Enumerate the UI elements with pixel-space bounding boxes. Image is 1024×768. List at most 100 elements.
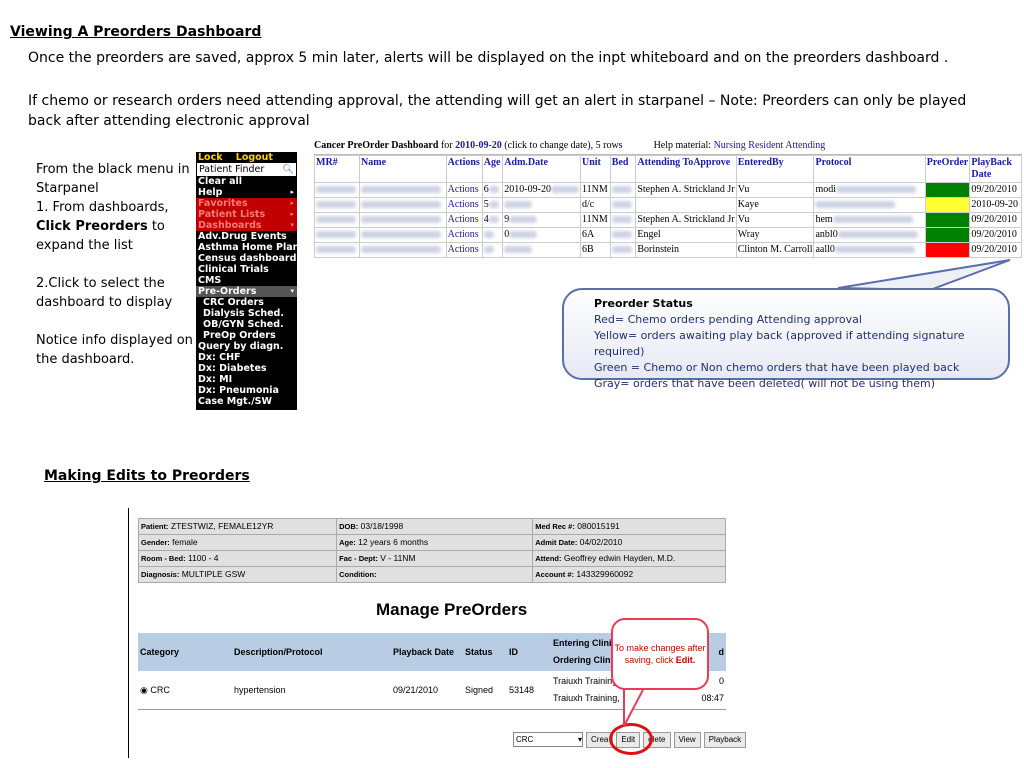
- menu-item[interactable]: Adv.Drug Events: [196, 231, 297, 242]
- help-link-attending[interactable]: Attending: [785, 140, 825, 151]
- actions-link-text: Actions: [447, 184, 479, 195]
- menu-item[interactable]: OB/GYN Sched.: [196, 319, 297, 330]
- menu-item[interactable]: Dashboards ▾: [196, 220, 297, 231]
- preorder-status: [924, 242, 971, 258]
- bubble-pointer: [623, 684, 648, 727]
- patient-info-cell: Gender: female: [137, 534, 338, 551]
- redacted-text: [488, 216, 499, 224]
- dashboard-row[interactable]: Actions 5 d/c Kaye 2010-09-20: [313, 197, 1022, 213]
- dashboard-row[interactable]: Actions 6B Borinstein Clinton M. Carroll aal…: [313, 242, 1022, 258]
- dashboard-title: Cancer PreOrder Dashboard: [314, 140, 439, 151]
- entered-by: Vu: [735, 212, 815, 228]
- actions-link[interactable]: Actions: [445, 242, 483, 258]
- view-button[interactable]: View: [673, 732, 701, 748]
- help-link-nursing[interactable]: Nursing: [714, 140, 746, 151]
- redacted-text: [504, 246, 533, 254]
- radio-button[interactable]: ◉: [140, 685, 150, 695]
- bed: [609, 227, 637, 243]
- dashboard-row[interactable]: Actions 0 6A Engel Wray anbl0 09/20/2010: [313, 227, 1022, 243]
- dashboard-row[interactable]: Actions 4 9 11NM Stephen A. Strickland Jr Vu h…: [313, 212, 1022, 228]
- redacted-text: [483, 246, 494, 254]
- actions-link[interactable]: Actions: [445, 212, 483, 228]
- search-icon[interactable]: 🔍︎: [282, 163, 294, 176]
- mr-number[interactable]: [313, 182, 361, 198]
- submenu-arrow-icon: ▾: [290, 287, 294, 295]
- patient-name: [359, 212, 447, 228]
- menu-item[interactable]: CRC Orders: [196, 297, 297, 308]
- menu-item[interactable]: Asthma Home Plan: [196, 242, 297, 253]
- menu-item[interactable]: CMS: [196, 275, 297, 286]
- dashboard-header: Cancer PreOrder Dashboard for 2010-09-20…: [314, 138, 1022, 155]
- age: [481, 242, 504, 258]
- edit-tip-bubble: To make changes after saving, click Edit…: [611, 618, 709, 690]
- patient-info-key: DOB:: [339, 522, 359, 531]
- menu-item-label: Favorites: [198, 198, 248, 209]
- mr-number[interactable]: [313, 227, 361, 243]
- adm-date: 2010-09-20: [502, 182, 581, 198]
- menu-item[interactable]: Clinical Trials: [196, 264, 297, 275]
- patient-info-row: Gender: female Age: 12 years 6 months Admi…: [137, 534, 726, 551]
- mr-number[interactable]: [313, 242, 361, 258]
- bed: [609, 197, 637, 213]
- menu-item[interactable]: Dx: Diabetes: [196, 363, 297, 374]
- preorder-status: [924, 212, 971, 228]
- actions-link[interactable]: Actions: [445, 182, 483, 198]
- mr-number[interactable]: [313, 212, 361, 228]
- dashboard-date-link[interactable]: 2010-09-20: [455, 140, 502, 151]
- instruction-4: Notice info displayed on the dashboard.: [36, 333, 193, 367]
- unit-text: 11NM: [581, 184, 608, 195]
- actions-link-text: Actions: [447, 214, 479, 225]
- actions-link[interactable]: Actions: [445, 227, 483, 243]
- page-title: Viewing A Preorders Dashboard: [10, 24, 262, 40]
- protocol-text: aall0: [815, 244, 835, 255]
- menu-item-label: Clear all: [198, 176, 242, 187]
- intro-paragraph: Once the preorders are saved, approx 5 m…: [28, 50, 949, 66]
- patient-info-cell: DOB: 03/18/1998: [336, 518, 534, 535]
- menu-item[interactable]: Case Mgt./SW: [196, 396, 297, 407]
- patient-info-key: Condition:: [339, 570, 377, 579]
- menu-item[interactable]: Dx: MI: [196, 374, 297, 385]
- playback-date: 09/20/2010: [969, 182, 1022, 198]
- mr-number[interactable]: [313, 197, 361, 213]
- dashboard-row[interactable]: Actions 6 2010-09-20 11NM Stephen A. Strickl…: [313, 182, 1022, 198]
- menu-item-label: CRC Orders: [203, 297, 264, 308]
- menu-item[interactable]: PreOp Orders: [196, 330, 297, 341]
- attending: Borinstein: [635, 242, 737, 258]
- menu-item[interactable]: Pre-Orders ▾: [196, 286, 297, 297]
- menu-item[interactable]: Help ▸: [196, 187, 297, 198]
- menu-item[interactable]: Dialysis Sched.: [196, 308, 297, 319]
- redacted-text: [316, 186, 356, 194]
- menu-item-label: Dashboards: [198, 220, 262, 231]
- menu-item-label: Asthma Home Plan: [198, 242, 297, 253]
- dashboard-column-header: Unit: [579, 155, 611, 183]
- logout-link[interactable]: Logout: [236, 152, 273, 163]
- row-category[interactable]: ◉ CRC: [138, 671, 232, 710]
- menu-item[interactable]: Query by diagn.: [196, 341, 297, 352]
- menu-item[interactable]: Dx: Pneumonia: [196, 385, 297, 396]
- menu-item[interactable]: Favorites ▸: [196, 198, 297, 209]
- entered-by: Kaye: [735, 197, 815, 213]
- actions-link[interactable]: Actions: [445, 197, 483, 213]
- redacted-text: [316, 231, 356, 239]
- dashboard-column-header: Actions: [445, 155, 483, 183]
- menu-item-label: Dx: Diabetes: [198, 363, 267, 374]
- patient-info-key: Admit Date:: [535, 538, 578, 547]
- row-id: 53148: [507, 671, 551, 710]
- category-select[interactable]: CRC ▾: [513, 732, 583, 747]
- lock-link[interactable]: Lock: [198, 152, 223, 163]
- menu-item-label: Adv.Drug Events: [198, 231, 287, 242]
- playback-button[interactable]: Playback: [703, 732, 747, 748]
- redacted-text: [834, 246, 915, 254]
- help-link-resident[interactable]: Resident: [748, 140, 783, 151]
- redacted-text: [488, 186, 499, 194]
- menu-item[interactable]: Census dashboard: [196, 253, 297, 264]
- menu-item[interactable]: Patient Lists ▸: [196, 209, 297, 220]
- entered-by-text: Clinton M. Carroll: [737, 244, 813, 255]
- menu-item[interactable]: Dx: CHF: [196, 352, 297, 363]
- patient-finder-input[interactable]: Patient Finder 🔍︎: [197, 163, 296, 176]
- menu-item[interactable]: Clear all: [196, 176, 297, 187]
- patient-info-value: 04/02/2010: [579, 537, 623, 547]
- protocol: anbl0: [813, 227, 926, 243]
- redacted-text: [815, 201, 896, 209]
- menu-item-label: Patient Lists: [198, 209, 266, 220]
